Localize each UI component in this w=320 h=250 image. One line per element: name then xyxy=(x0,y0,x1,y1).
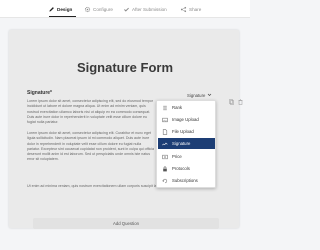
menu-item-rank[interactable]: Rank xyxy=(158,102,215,113)
question-label[interactable]: Signature* xyxy=(27,90,52,96)
menu-item-label: Signature xyxy=(172,141,191,146)
menu-item-label: Subscriptions xyxy=(172,178,198,183)
lock-icon xyxy=(162,165,168,172)
chevron-down-icon xyxy=(207,92,212,98)
question-type-select[interactable]: Signature xyxy=(187,91,212,99)
menu-item-subscriptions[interactable]: Subscriptions xyxy=(158,175,215,186)
subscription-icon xyxy=(162,178,168,184)
add-question-button[interactable]: Add Question xyxy=(33,218,219,229)
menu-item-image-upload[interactable]: Image Upload xyxy=(158,114,215,125)
question-actions xyxy=(229,92,243,105)
price-icon xyxy=(162,154,168,160)
file-icon xyxy=(162,128,168,135)
image-icon xyxy=(162,117,168,123)
form-title[interactable]: Signature Form xyxy=(0,60,250,75)
menu-item-label: Rank xyxy=(172,105,183,110)
question-type-value: Signature xyxy=(187,92,206,98)
tab-label: Design xyxy=(57,6,73,12)
signature-icon xyxy=(162,141,168,147)
rank-icon xyxy=(162,105,168,111)
menu-item-label: Image Upload xyxy=(172,117,199,122)
menu-item-label: Protocols xyxy=(172,166,190,171)
share-icon xyxy=(180,6,187,13)
tab-configure[interactable]: Configure xyxy=(84,4,113,14)
menu-item-label: File Upload xyxy=(172,129,194,134)
question-type-menu: Rank Image Upload File Upload Signature … xyxy=(156,100,216,188)
tab-after-submission[interactable]: After Submission xyxy=(123,4,167,14)
menu-item-file-upload[interactable]: File Upload xyxy=(158,126,215,137)
menu-item-protocols[interactable]: Protocols xyxy=(158,163,215,174)
top-nav-bar: Design Configure After Submission Share xyxy=(0,0,250,18)
gear-icon xyxy=(84,6,91,13)
pencil-icon xyxy=(48,6,55,13)
tab-label: Configure xyxy=(93,6,113,12)
question-description-2: Lorem ipsum dolor sit amet, consectetur … xyxy=(27,131,154,162)
copy-icon[interactable] xyxy=(229,92,234,105)
question-description: Lorem ipsum dolor sit amet, consectetur … xyxy=(27,99,154,125)
active-tab-indicator xyxy=(49,16,76,18)
menu-item-price[interactable]: Price xyxy=(158,151,215,162)
trash-icon[interactable] xyxy=(238,92,243,105)
menu-item-label: Price xyxy=(172,154,182,159)
tab-label: After Submission xyxy=(132,6,167,12)
tab-design[interactable]: Design xyxy=(48,4,72,14)
tab-share[interactable]: Share xyxy=(180,4,201,14)
check-icon xyxy=(123,6,130,13)
menu-item-signature[interactable]: Signature xyxy=(158,138,215,149)
tab-label: Share xyxy=(189,6,202,12)
